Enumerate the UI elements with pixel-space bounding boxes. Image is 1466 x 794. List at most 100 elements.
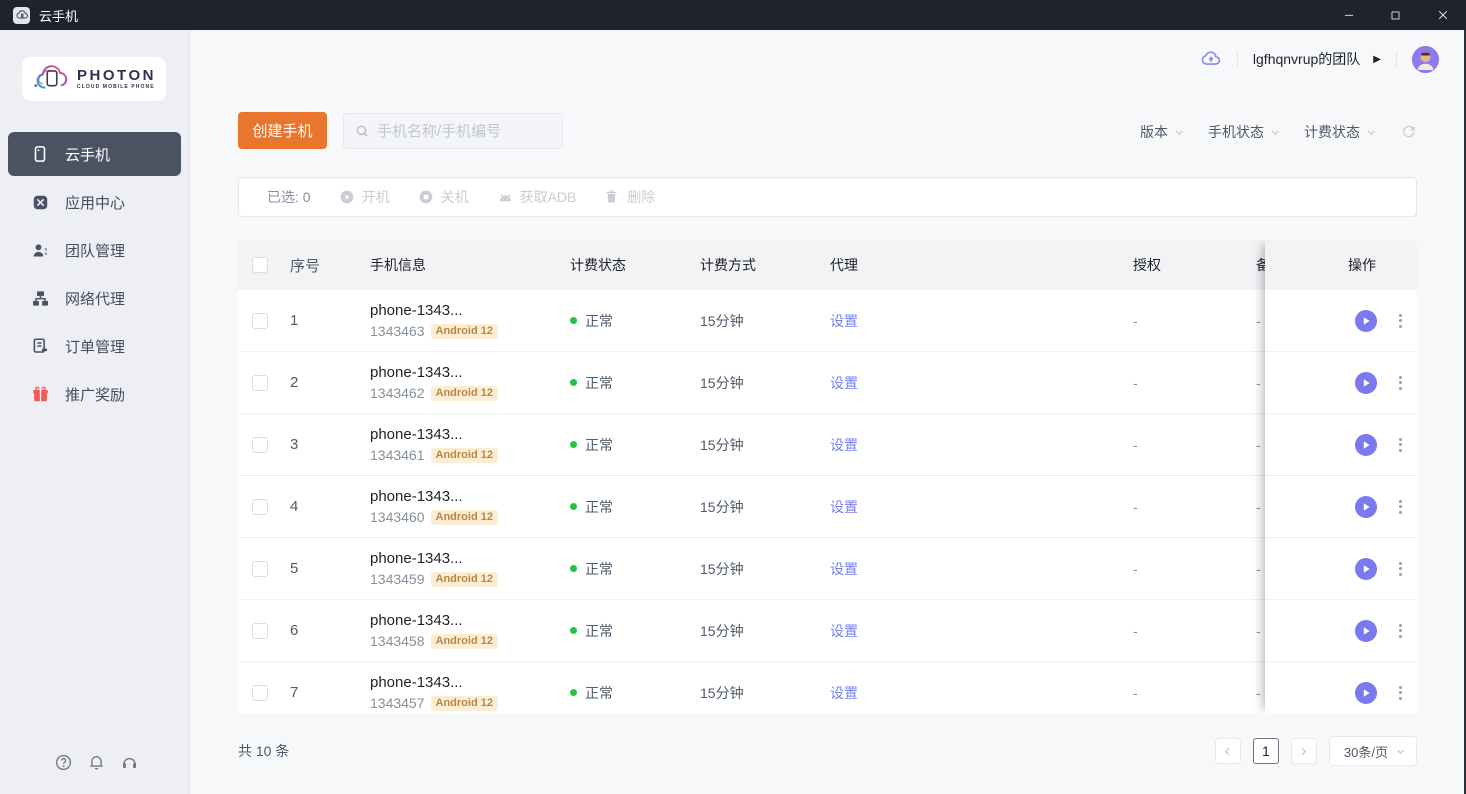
more-actions-button[interactable] <box>1396 435 1405 455</box>
auth-value: - <box>1119 437 1242 453</box>
column-header-auth: 授权 <box>1119 255 1242 275</box>
proxy-settings-link[interactable]: 设置 <box>830 375 858 391</box>
billing-status-cell: 正常 <box>556 435 686 455</box>
row-checkbox[interactable] <box>252 623 268 639</box>
power-off-action[interactable]: 关机 <box>418 187 469 207</box>
table-row: 3 phone-1343... 1343461 Android 12 正常 15… <box>238 414 1417 476</box>
status-dot-icon <box>570 503 577 510</box>
team-expand-arrow-icon[interactable]: ▶ <box>1373 54 1381 65</box>
start-phone-button[interactable] <box>1355 558 1377 580</box>
row-checkbox[interactable] <box>252 499 268 515</box>
start-phone-button[interactable] <box>1355 372 1377 394</box>
sidebar-item-promotion-rewards[interactable]: 推广奖励 <box>8 372 181 416</box>
proxy-settings-link[interactable]: 设置 <box>830 499 858 515</box>
filter-billing-status[interactable]: 计费状态 <box>1304 122 1377 142</box>
android-version-badge: Android 12 <box>431 572 498 587</box>
row-checkbox[interactable] <box>252 437 268 453</box>
sidebar-item-team[interactable]: 团队管理 <box>8 228 181 272</box>
billing-status: 正常 <box>585 435 613 455</box>
page-size-select[interactable]: 30条/页 <box>1329 736 1417 766</box>
row-index: 7 <box>276 684 356 701</box>
start-phone-button[interactable] <box>1355 682 1377 704</box>
auth-value: - <box>1119 375 1242 391</box>
more-actions-button[interactable] <box>1396 559 1405 579</box>
sidebar-item-cloud-phone[interactable]: 云手机 <box>8 132 181 176</box>
proxy-settings-link[interactable]: 设置 <box>830 685 858 701</box>
more-actions-button[interactable] <box>1396 683 1405 703</box>
row-index: 6 <box>276 622 356 639</box>
create-phone-button[interactable]: 创建手机 <box>238 112 327 149</box>
table-header: 序号 手机信息 计费状态 计费方式 代理 授权 备注 <box>238 240 1417 290</box>
refresh-icon[interactable] <box>1400 124 1417 141</box>
proxy-settings-link[interactable]: 设置 <box>830 623 858 639</box>
search-input[interactable] <box>377 123 547 140</box>
cloud-sync-icon[interactable] <box>1200 48 1222 70</box>
row-checkbox[interactable] <box>252 375 268 391</box>
get-adb-action[interactable]: 获取ADB <box>497 187 577 207</box>
filter-version[interactable]: 版本 <box>1140 122 1185 142</box>
column-header-operation: 操作 <box>1265 240 1417 290</box>
chevron-down-icon <box>1366 127 1377 138</box>
play-icon <box>1355 496 1377 518</box>
proxy-settings-link[interactable]: 设置 <box>830 313 858 329</box>
phone-info-cell: phone-1343... 1343460 Android 12 <box>356 488 556 525</box>
more-actions-button[interactable] <box>1396 311 1405 331</box>
row-checkbox[interactable] <box>252 561 268 577</box>
help-icon[interactable] <box>54 753 73 772</box>
more-actions-button[interactable] <box>1396 373 1405 393</box>
search-box <box>343 113 563 149</box>
network-icon <box>30 288 50 308</box>
maximize-button[interactable] <box>1372 0 1419 30</box>
next-page-button[interactable] <box>1291 738 1317 764</box>
row-checkbox[interactable] <box>252 313 268 329</box>
user-avatar[interactable] <box>1412 46 1439 73</box>
proxy-settings-link[interactable]: 设置 <box>830 561 858 577</box>
billing-mode: 15分钟 <box>686 621 816 641</box>
table-row: 7 phone-1343... 1343457 Android 12 正常 15… <box>238 662 1417 713</box>
sidebar-item-orders[interactable]: 订单管理 <box>8 324 181 368</box>
proxy-settings-link[interactable]: 设置 <box>830 437 858 453</box>
phone-id: 1343460 <box>370 509 425 525</box>
bell-icon[interactable] <box>87 753 106 772</box>
start-phone-button[interactable] <box>1355 434 1377 456</box>
status-dot-icon <box>570 317 577 324</box>
sidebar-item-app-center[interactable]: 应用中心 <box>8 180 181 224</box>
phone-name: phone-1343... <box>370 364 556 381</box>
divider <box>1237 51 1238 67</box>
billing-mode: 15分钟 <box>686 311 816 331</box>
more-actions-button[interactable] <box>1396 621 1405 641</box>
phone-table: 序号 手机信息 计费状态 计费方式 代理 授权 备注 1 phone-1343.… <box>238 240 1417 713</box>
sidebar-item-network-proxy[interactable]: 网络代理 <box>8 276 181 320</box>
status-dot-icon <box>570 627 577 634</box>
start-phone-button[interactable] <box>1355 496 1377 518</box>
billing-mode: 15分钟 <box>686 559 816 579</box>
page-size-value: 30条/页 <box>1344 742 1388 761</box>
action-label: 关机 <box>441 187 469 207</box>
delete-action[interactable]: 删除 <box>604 187 655 207</box>
column-header-index: 序号 <box>276 255 356 276</box>
power-on-action[interactable]: 开机 <box>339 187 390 207</box>
phone-name: phone-1343... <box>370 674 556 691</box>
row-operations <box>1265 538 1417 600</box>
phone-name: phone-1343... <box>370 302 556 319</box>
prev-page-button[interactable] <box>1215 738 1241 764</box>
auth-value: - <box>1119 623 1242 639</box>
billing-status-cell: 正常 <box>556 373 686 393</box>
team-name[interactable]: lgfhqnvrup的团队 <box>1253 49 1360 69</box>
apps-icon <box>30 192 50 212</box>
chevron-down-icon <box>1270 127 1281 138</box>
more-actions-button[interactable] <box>1396 497 1405 517</box>
select-all-checkbox[interactable] <box>252 257 268 273</box>
android-version-badge: Android 12 <box>431 324 498 339</box>
billing-status-cell: 正常 <box>556 683 686 703</box>
filter-phone-status[interactable]: 手机状态 <box>1208 122 1281 142</box>
start-phone-button[interactable] <box>1355 620 1377 642</box>
start-phone-button[interactable] <box>1355 310 1377 332</box>
headset-icon[interactable] <box>120 753 139 772</box>
action-label: 删除 <box>627 187 655 207</box>
table-body: 1 phone-1343... 1343463 Android 12 正常 15… <box>238 290 1417 713</box>
minimize-button[interactable] <box>1325 0 1372 30</box>
current-page[interactable]: 1 <box>1253 738 1279 764</box>
close-button[interactable] <box>1419 0 1466 30</box>
row-checkbox[interactable] <box>252 685 268 701</box>
